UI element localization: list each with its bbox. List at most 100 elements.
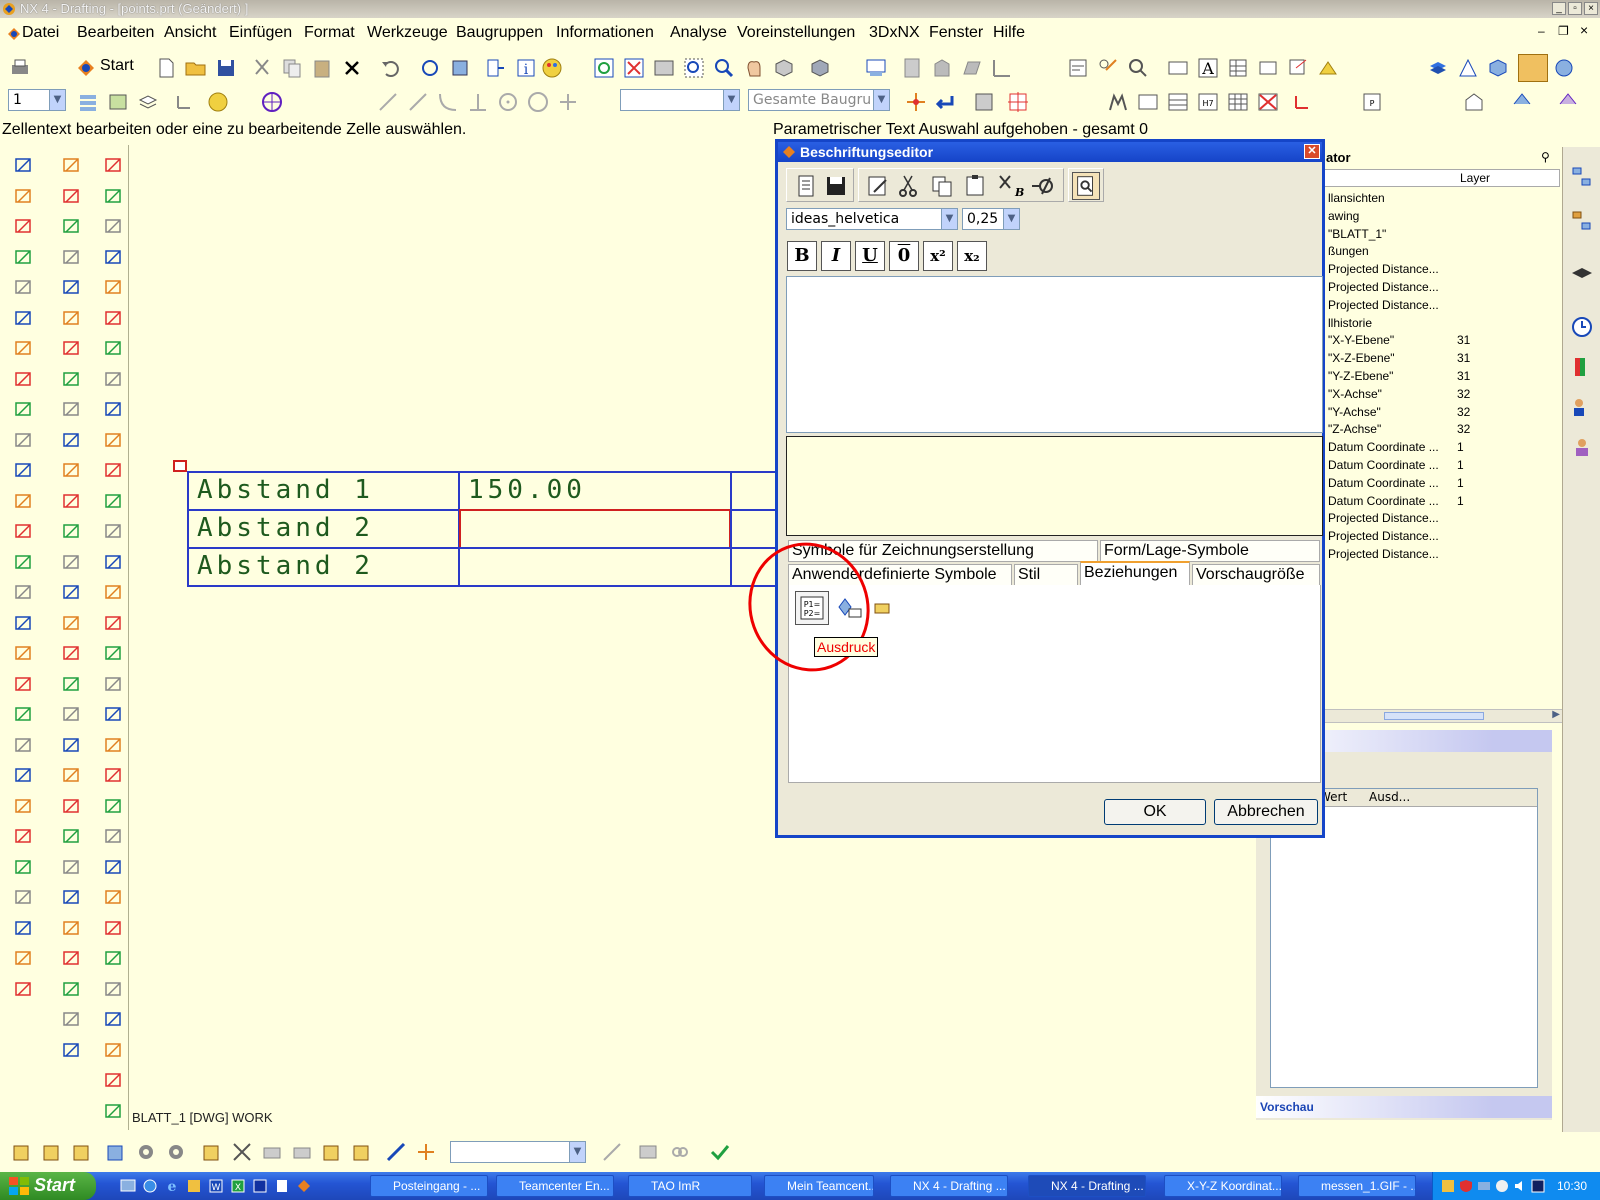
table-icon[interactable]: [1226, 56, 1250, 80]
table-anchor-icon[interactable]: [173, 460, 187, 472]
preview-magnifier-icon[interactable]: [1072, 172, 1100, 200]
show-hide-icon[interactable]: [448, 56, 472, 80]
assembly-scope-select[interactable]: Gesamte Baugru ▼: [748, 89, 890, 111]
palette-tool-icon[interactable]: [12, 702, 36, 726]
edit-text-icon[interactable]: [1136, 90, 1160, 114]
palette-tool-icon[interactable]: [12, 794, 36, 818]
save-icon[interactable]: [214, 56, 238, 80]
snap-settings-icon[interactable]: [206, 90, 230, 114]
navigator-row[interactable]: "BLATT_1": [1328, 227, 1386, 241]
clear-format-icon[interactable]: [1028, 172, 1056, 200]
gear-2-icon[interactable]: [164, 1140, 188, 1164]
zoom-window-icon[interactable]: [652, 56, 676, 80]
copy-icon[interactable]: [280, 56, 304, 80]
palette-tool-icon[interactable]: [60, 245, 84, 269]
section-view-icon[interactable]: [990, 56, 1014, 80]
palette-tool-icon[interactable]: [60, 672, 84, 696]
dialog-close-button[interactable]: ✕: [1304, 144, 1320, 159]
palette-tool-icon[interactable]: [60, 214, 84, 238]
palette-tool-icon[interactable]: [102, 397, 126, 421]
palette-tool-icon[interactable]: [12, 611, 36, 635]
navigator-row[interactable]: llansichten: [1328, 191, 1385, 205]
sequence-icon[interactable]: [636, 1140, 660, 1164]
training-icon[interactable]: [1570, 263, 1594, 287]
copy-text-icon[interactable]: [928, 172, 956, 200]
menu-ansicht[interactable]: Ansicht: [164, 24, 216, 42]
add-component-icon[interactable]: [200, 1140, 224, 1164]
tray-network-icon[interactable]: [1477, 1179, 1491, 1193]
zoom-area-icon[interactable]: [682, 56, 706, 80]
palette-tool-icon[interactable]: [60, 336, 84, 360]
palette-tool-icon[interactable]: [102, 306, 126, 330]
palette-tool-icon[interactable]: [12, 367, 36, 391]
navigator-row[interactable]: Projected Distance...: [1328, 547, 1439, 561]
task-xyz-koordinaten[interactable]: X-Y-Z Koordinat...: [1164, 1175, 1282, 1197]
navigator-row[interactable]: llhistorie: [1328, 316, 1372, 330]
palette-tool-icon[interactable]: [102, 1099, 126, 1123]
select-icon[interactable]: [418, 56, 442, 80]
check-icon[interactable]: [708, 1140, 732, 1164]
navigator-row[interactable]: "Y-Achse": [1328, 405, 1381, 419]
palette-tool-icon[interactable]: [60, 428, 84, 452]
part-navigator-icon[interactable]: [1570, 209, 1594, 233]
task-teamcenter-engineering[interactable]: Teamcenter En...: [496, 1175, 614, 1197]
font-select[interactable]: ideas_helvetica ▼: [786, 208, 958, 230]
wcs-icon[interactable]: [172, 90, 196, 114]
palette-tool-icon[interactable]: [12, 855, 36, 879]
application-active-icon[interactable]: [1518, 54, 1548, 82]
refresh-icon[interactable]: [592, 56, 616, 80]
drawing-view-icon[interactable]: [864, 56, 888, 80]
close-button[interactable]: ×: [1584, 2, 1598, 15]
palette-tool-icon[interactable]: [60, 794, 84, 818]
reposition-icon[interactable]: [260, 1140, 284, 1164]
preview-header[interactable]: Vorschau: [1256, 1096, 1552, 1118]
feature-icon[interactable]: [10, 1140, 34, 1164]
base-view-icon[interactable]: [930, 56, 954, 80]
move-component-icon[interactable]: [320, 1140, 344, 1164]
wave-icon[interactable]: [384, 1140, 408, 1164]
new-file-icon[interactable]: [154, 56, 178, 80]
palette-tool-icon[interactable]: [102, 824, 126, 848]
palette-tool-icon[interactable]: [60, 977, 84, 1001]
navigator-row[interactable]: Projected Distance...: [1328, 529, 1439, 543]
palette-tool-icon[interactable]: [102, 641, 126, 665]
palette-tool-icon[interactable]: [60, 367, 84, 391]
palette-tool-icon[interactable]: [12, 641, 36, 665]
user-icon[interactable]: [1570, 435, 1594, 459]
snap-point-icon[interactable]: [904, 90, 928, 114]
dimension-icon[interactable]: [1066, 56, 1090, 80]
scrollbar-thumb[interactable]: [1384, 712, 1484, 720]
layer-column-header[interactable]: Layer: [1460, 171, 1490, 185]
palette-tool-icon[interactable]: [102, 458, 126, 482]
palette-tool-icon[interactable]: [102, 611, 126, 635]
ok-button[interactable]: OK: [1104, 799, 1206, 825]
edit-icon[interactable]: [864, 172, 892, 200]
tray-security-icon[interactable]: [1495, 1179, 1509, 1193]
tray-volume-icon[interactable]: [1513, 1179, 1527, 1193]
layer-settings-icon[interactable]: [484, 56, 508, 80]
mdi-minimize-button[interactable]: –: [1538, 24, 1545, 38]
palette-tool-icon[interactable]: [102, 245, 126, 269]
palette-tool-icon[interactable]: [60, 855, 84, 879]
menu-bearbeiten[interactable]: Bearbeiten: [77, 24, 154, 42]
palette-tool-icon[interactable]: [12, 214, 36, 238]
palette-tool-icon[interactable]: [12, 306, 36, 330]
view-dependent-icon[interactable]: [972, 90, 996, 114]
column-ausdruck[interactable]: Ausd...: [1369, 790, 1410, 804]
palette-tool-icon[interactable]: [60, 275, 84, 299]
subscript-button[interactable]: x₂: [957, 241, 987, 271]
table-cell-extra-1[interactable]: [730, 471, 780, 511]
line-icon[interactable]: [376, 90, 400, 114]
projected-view-icon[interactable]: [960, 56, 984, 80]
cut-icon[interactable]: [250, 56, 274, 80]
weld-symbol-icon[interactable]: [1316, 56, 1340, 80]
palette-tool-icon[interactable]: [60, 184, 84, 208]
task-mein-teamcenter[interactable]: Mein Teamcent...: [764, 1175, 874, 1197]
palette-tool-icon[interactable]: [102, 489, 126, 513]
gdt-icon[interactable]: [1256, 56, 1280, 80]
tray-shield-icon[interactable]: [1459, 1179, 1473, 1193]
palette-tool-icon[interactable]: [102, 580, 126, 604]
navigator-row[interactable]: Datum Coordinate ...: [1328, 494, 1439, 508]
palette-tool-icon[interactable]: [60, 733, 84, 757]
palette-tool-icon[interactable]: [12, 153, 36, 177]
